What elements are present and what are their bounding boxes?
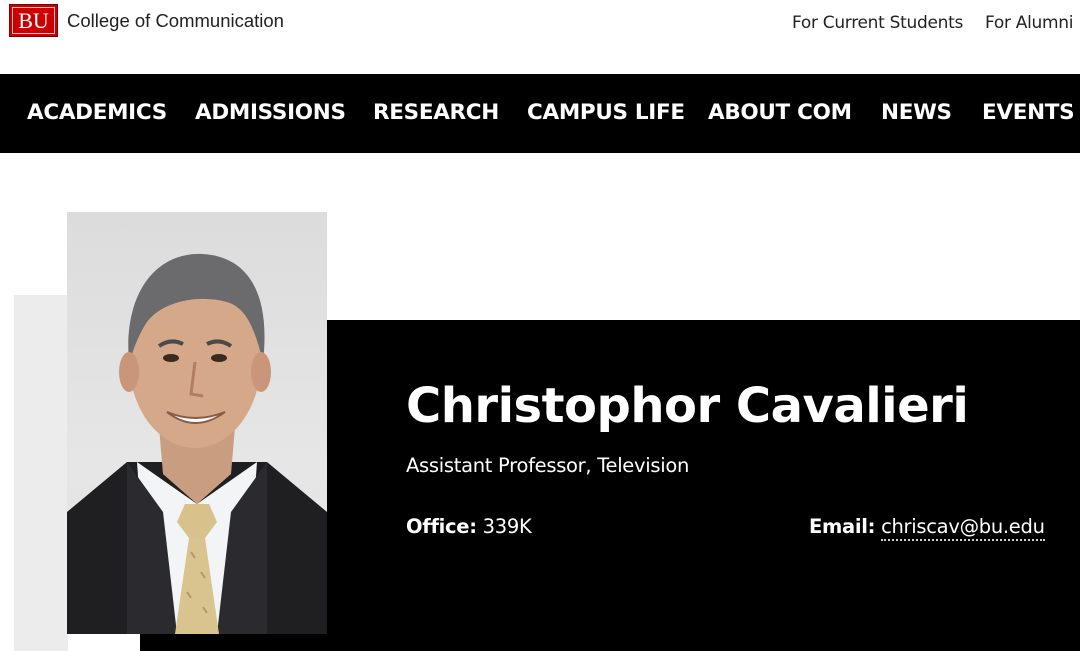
office-label: Office: [406, 515, 477, 538]
email-label: Email: [809, 515, 876, 538]
nav-campus-life[interactable]: CAMPUS LIFE [527, 100, 685, 125]
decorative-accent-block [14, 295, 68, 651]
nav-about-com[interactable]: ABOUT COM [708, 100, 852, 125]
portrait-illustration [67, 253, 327, 634]
office-info: Office: 339K [406, 515, 532, 538]
faculty-title: Assistant Professor, Television [406, 454, 690, 477]
email-info: Email: chriscav@bu.edu [809, 515, 1045, 541]
site-header: BU College of Communication For Current … [0, 0, 1080, 74]
faculty-name: Christophor Cavalieri [406, 378, 969, 434]
office-value: 339K [482, 515, 532, 538]
nav-events[interactable]: EVENTS [982, 100, 1075, 125]
nav-news[interactable]: NEWS [881, 100, 952, 125]
current-students-link[interactable]: For Current Students [792, 13, 963, 33]
nav-research[interactable]: RESEARCH [373, 100, 499, 125]
college-name-link[interactable]: College of Communication [67, 10, 284, 32]
nav-admissions[interactable]: ADMISSIONS [195, 100, 346, 125]
main-navigation: ACADEMICS ADMISSIONS RESEARCH CAMPUS LIF… [0, 74, 1080, 153]
email-link[interactable]: chriscav@bu.edu [881, 515, 1045, 541]
nav-academics[interactable]: ACADEMICS [27, 100, 167, 125]
alumni-link[interactable]: For Alumni [985, 13, 1073, 33]
faculty-photo [67, 212, 327, 634]
bu-logo[interactable]: BU [9, 4, 58, 37]
